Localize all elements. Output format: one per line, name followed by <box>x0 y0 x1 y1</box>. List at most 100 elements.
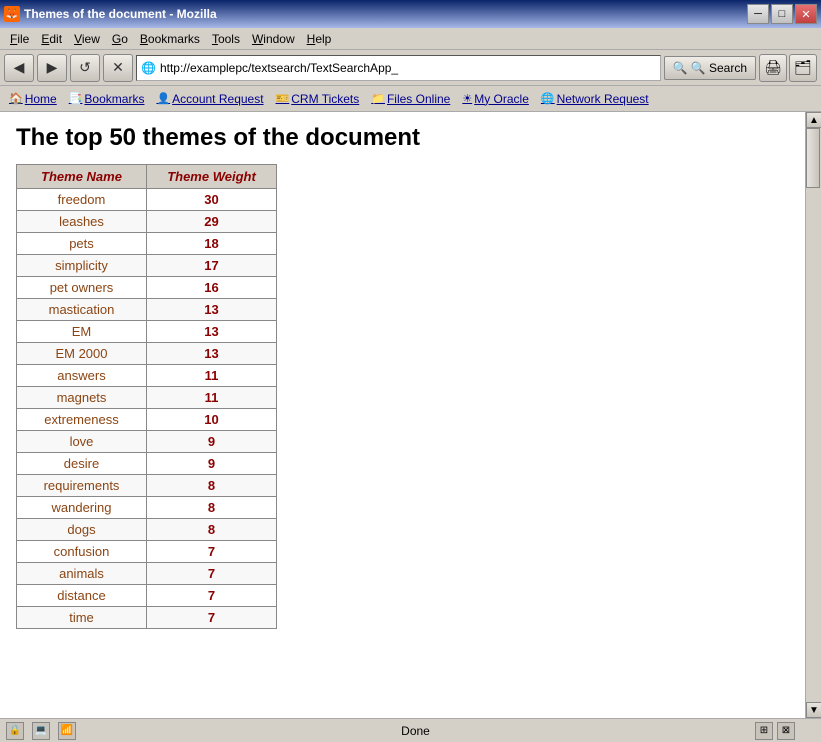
status-lock-icon: 🔒 <box>6 722 24 740</box>
bookmark-oracle[interactable]: ☀ My Oracle <box>457 90 534 108</box>
files-icon: 📁 <box>371 92 385 105</box>
table-row: animals7 <box>17 563 277 585</box>
table-row: EM 200013 <box>17 343 277 365</box>
table-row: magnets11 <box>17 387 277 409</box>
search-button[interactable]: 🔍 🔍 Search <box>664 56 756 80</box>
scroll-track[interactable] <box>806 128 821 702</box>
maximize-button[interactable]: □ <box>771 4 793 24</box>
bookmark-bookmarks[interactable]: 📑 Bookmarks <box>64 90 150 108</box>
menu-window[interactable]: Window <box>246 30 301 48</box>
scroll-down-button[interactable]: ▼ <box>806 702 821 718</box>
theme-table: Theme Name Theme Weight freedom30leashes… <box>16 164 277 629</box>
status-right: ⊞ ⊠ <box>755 722 815 740</box>
forward-button[interactable]: ▶ <box>37 54 67 82</box>
print-button[interactable]: 🖨 <box>759 54 787 82</box>
menu-bookmarks[interactable]: Bookmarks <box>134 30 206 48</box>
theme-weight-cell: 11 <box>147 387 277 409</box>
table-row: distance7 <box>17 585 277 607</box>
col-header-name: Theme Name <box>17 165 147 189</box>
table-row: requirements8 <box>17 475 277 497</box>
bookmark-account-label: Account Request <box>172 92 263 106</box>
theme-weight-cell: 8 <box>147 497 277 519</box>
history-button[interactable]: 🗂 <box>789 54 817 82</box>
table-row: dogs8 <box>17 519 277 541</box>
menu-view[interactable]: View <box>68 30 106 48</box>
page-title: The top 50 themes of the document <box>16 124 789 152</box>
scroll-up-button[interactable]: ▲ <box>806 112 821 128</box>
bookmark-home-label: Home <box>25 92 57 106</box>
bookmark-crm[interactable]: 🎫 CRM Tickets <box>271 90 365 108</box>
refresh-button[interactable]: ↺ <box>70 54 100 82</box>
table-row: love9 <box>17 431 277 453</box>
status-icon-2: ⊠ <box>777 722 795 740</box>
theme-weight-cell: 9 <box>147 453 277 475</box>
search-label: 🔍 Search <box>691 61 747 75</box>
theme-weight-cell: 17 <box>147 255 277 277</box>
col-header-weight: Theme Weight <box>147 165 277 189</box>
menu-edit[interactable]: Edit <box>35 30 68 48</box>
network-icon: 🌐 <box>541 92 555 105</box>
theme-weight-cell: 7 <box>147 541 277 563</box>
content-area: The top 50 themes of the document Theme … <box>0 112 805 718</box>
back-button[interactable]: ◀ <box>4 54 34 82</box>
theme-name-cell: answers <box>17 365 147 387</box>
close-button[interactable]: ✕ <box>795 4 817 24</box>
theme-name-cell: desire <box>17 453 147 475</box>
theme-name-cell: confusion <box>17 541 147 563</box>
table-row: leashes29 <box>17 211 277 233</box>
menu-help[interactable]: Help <box>301 30 338 48</box>
bookmark-network[interactable]: 🌐 Network Request <box>536 90 654 108</box>
theme-name-cell: time <box>17 607 147 629</box>
status-bar: 🔒 💻 📶 Done ⊞ ⊠ <box>0 718 821 742</box>
theme-weight-cell: 7 <box>147 585 277 607</box>
bookmark-network-label: Network Request <box>557 92 649 106</box>
theme-name-cell: pets <box>17 233 147 255</box>
theme-name-cell: love <box>17 431 147 453</box>
minimize-button[interactable]: ─ <box>747 4 769 24</box>
bookmark-bookmarks-label: Bookmarks <box>84 92 144 106</box>
table-row: desire9 <box>17 453 277 475</box>
nav-icon-buttons: 🖨 🗂 <box>759 54 817 82</box>
bookmark-account[interactable]: 👤 Account Request <box>151 90 268 108</box>
theme-weight-cell: 18 <box>147 233 277 255</box>
theme-name-cell: pet owners <box>17 277 147 299</box>
table-row: mastication13 <box>17 299 277 321</box>
bookmark-crm-label: CRM Tickets <box>291 92 359 106</box>
window-title: Themes of the document - Mozilla <box>24 7 217 21</box>
address-input[interactable] <box>160 61 656 75</box>
theme-weight-cell: 11 <box>147 365 277 387</box>
status-text: Done <box>401 724 430 738</box>
nav-bar: ◀ ▶ ↺ ✕ 🌐 🔍 🔍 Search 🖨 🗂 <box>0 50 821 86</box>
theme-name-cell: leashes <box>17 211 147 233</box>
status-left: 🔒 💻 📶 <box>6 722 76 740</box>
title-bar-left: 🦊 Themes of the document - Mozilla <box>4 6 217 22</box>
stop-button[interactable]: ✕ <box>103 54 133 82</box>
table-row: pets18 <box>17 233 277 255</box>
theme-weight-cell: 7 <box>147 563 277 585</box>
scrollbar[interactable]: ▲ ▼ <box>805 112 821 718</box>
theme-weight-cell: 16 <box>147 277 277 299</box>
bookmark-home[interactable]: 🏠 Home <box>4 90 62 108</box>
scroll-thumb[interactable] <box>806 128 820 188</box>
theme-name-cell: animals <box>17 563 147 585</box>
table-row: wandering8 <box>17 497 277 519</box>
menu-tools[interactable]: Tools <box>206 30 246 48</box>
menu-file[interactable]: File <box>4 30 35 48</box>
theme-name-cell: freedom <box>17 189 147 211</box>
bookmark-files[interactable]: 📁 Files Online <box>366 90 455 108</box>
menu-go[interactable]: Go <box>106 30 134 48</box>
table-row: extremeness10 <box>17 409 277 431</box>
address-bar[interactable]: 🌐 <box>136 55 661 81</box>
window-controls[interactable]: ─ □ ✕ <box>747 4 817 24</box>
table-row: pet owners16 <box>17 277 277 299</box>
bookmark-files-label: Files Online <box>387 92 450 106</box>
title-bar: 🦊 Themes of the document - Mozilla ─ □ ✕ <box>0 0 821 28</box>
oracle-icon: ☀ <box>462 92 472 105</box>
table-row: simplicity17 <box>17 255 277 277</box>
browser-content-wrapper: The top 50 themes of the document Theme … <box>0 112 821 718</box>
bookmark-oracle-label: My Oracle <box>474 92 529 106</box>
theme-weight-cell: 10 <box>147 409 277 431</box>
theme-weight-cell: 13 <box>147 321 277 343</box>
theme-weight-cell: 8 <box>147 519 277 541</box>
status-computer-icon: 💻 <box>32 722 50 740</box>
